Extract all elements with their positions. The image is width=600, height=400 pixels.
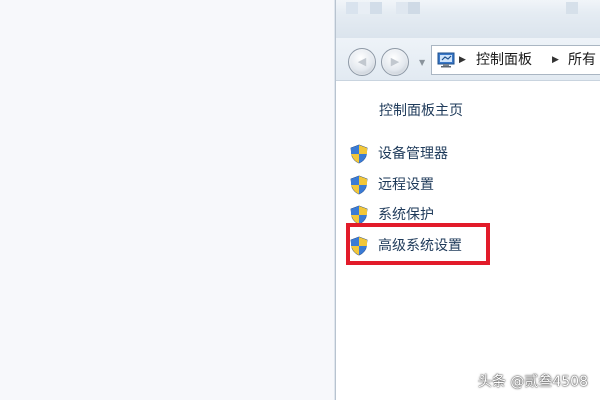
breadcrumb-separator-icon[interactable]: ▶ bbox=[459, 46, 466, 74]
title-bar-decoration bbox=[408, 2, 420, 14]
title-bar-decoration bbox=[346, 2, 358, 14]
navigation-bar: ◀ ▶ ▼ ▶ 控制面板 ▶ 所有 bbox=[336, 38, 600, 81]
control-panel-icon bbox=[437, 52, 455, 68]
title-bar-decoration bbox=[358, 2, 370, 14]
title-bar-decoration bbox=[396, 2, 408, 14]
system-window: ◀ ▶ ▼ ▶ 控制面板 ▶ 所有 控制面板主页 设备管理器 远程设置 系统保护… bbox=[335, 0, 600, 400]
recent-pages-dropdown-icon[interactable]: ▼ bbox=[419, 58, 425, 67]
breadcrumb-separator-icon[interactable]: ▶ bbox=[552, 46, 559, 74]
control-panel-home-link[interactable]: 控制面板主页 bbox=[379, 100, 463, 120]
back-arrow-icon: ◀ bbox=[357, 55, 367, 68]
watermark: 头条 @贰叁4508 bbox=[477, 374, 588, 390]
breadcrumb-all-items[interactable]: 所有 bbox=[568, 46, 596, 74]
uac-shield-icon bbox=[350, 205, 368, 225]
highlight-box bbox=[346, 223, 490, 265]
uac-shield-icon bbox=[350, 144, 368, 164]
uac-shield-icon bbox=[350, 175, 368, 195]
breadcrumb-control-panel[interactable]: 控制面板 bbox=[476, 46, 532, 74]
sidebar-item-label: 远程设置 bbox=[378, 177, 434, 193]
address-bar[interactable]: ▶ 控制面板 ▶ 所有 bbox=[431, 45, 600, 75]
back-button[interactable]: ◀ bbox=[348, 48, 376, 76]
title-bar bbox=[336, 0, 600, 38]
forward-button[interactable]: ▶ bbox=[381, 48, 409, 76]
title-bar-decoration bbox=[566, 2, 578, 14]
sidebar-item-label: 设备管理器 bbox=[378, 146, 448, 162]
title-bar-decoration bbox=[370, 2, 382, 14]
blank-background bbox=[0, 0, 335, 400]
forward-arrow-icon: ▶ bbox=[390, 55, 400, 68]
